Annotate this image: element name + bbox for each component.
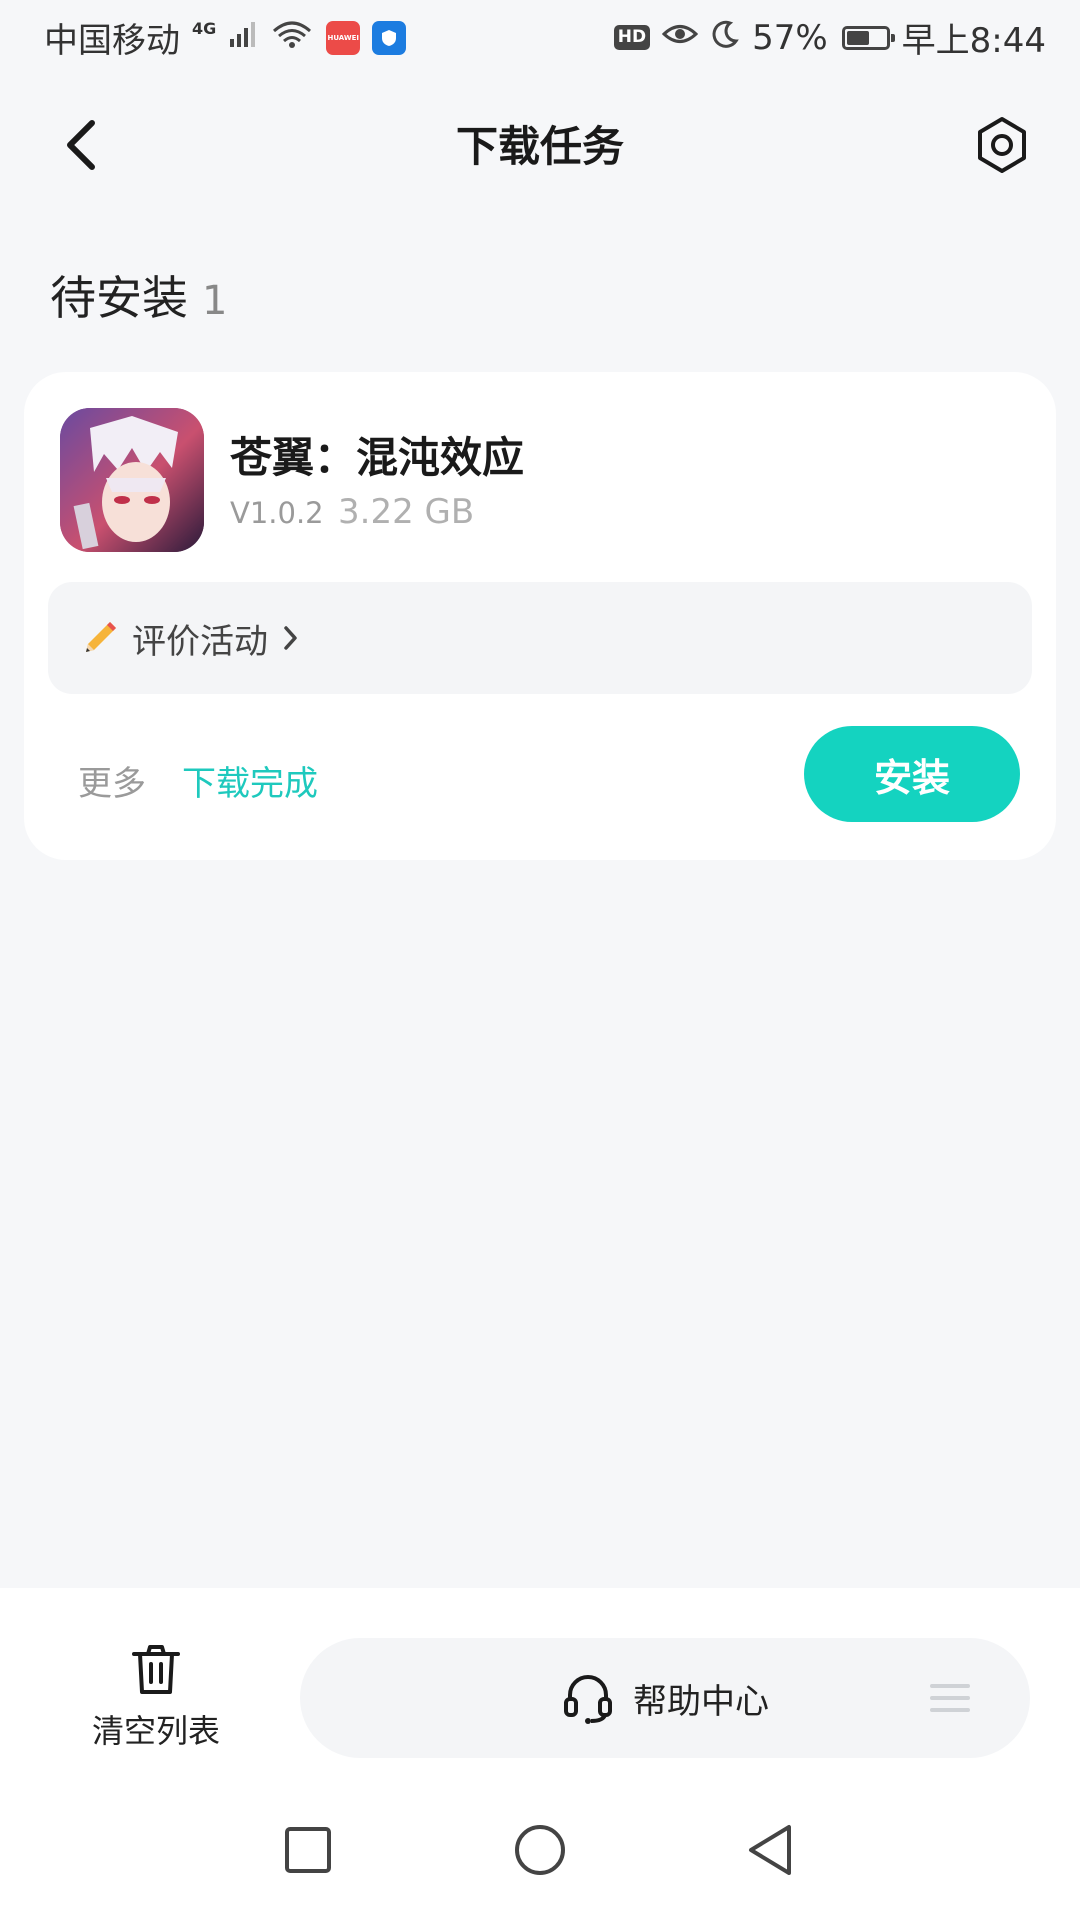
app-version: V1.0.2 [230, 496, 324, 530]
moon-icon [710, 18, 740, 58]
shield-app-icon [372, 20, 407, 55]
time-label: 早上8:44 [901, 21, 1046, 61]
app-icon[interactable] [60, 408, 204, 552]
app-size: 3.22 GB [338, 492, 475, 532]
install-button[interactable]: 安装 [804, 726, 1020, 822]
system-nav-bar [0, 1784, 1080, 1920]
download-status: 下载完成 [182, 764, 318, 804]
download-task-card: 苍翼：混沌效应 V1.0.2 3.22 GB 评价活动 更多 下载完成 安装 [24, 372, 1056, 860]
clear-list-label: 清空列表 [91, 1712, 220, 1750]
battery-percent: 57% [752, 17, 828, 58]
chevron-right-icon [282, 624, 300, 652]
help-center-content: 帮助中心 [300, 1638, 1030, 1758]
review-activity-label: 评价活动 [132, 621, 268, 662]
square-icon [285, 1827, 331, 1873]
status-bar: 中国移动 4G HUAWEI HD 57% 早上8:44 [0, 0, 1080, 75]
battery-level-fill [846, 30, 870, 45]
app-name: 苍翼：混沌效应 [230, 433, 525, 482]
menu-lines-icon[interactable] [930, 1680, 970, 1716]
battery-icon [841, 25, 895, 50]
section-title: 待安装 [50, 271, 188, 325]
clear-list-button[interactable]: 清空列表 [60, 1642, 252, 1762]
review-activity-link[interactable]: 评价活动 [48, 582, 1032, 694]
settings-hexagon-icon [978, 117, 1026, 173]
home-button[interactable] [510, 1820, 570, 1880]
eye-icon [661, 18, 699, 58]
status-bar-right: HD 57% 早上8:44 [613, 13, 1046, 62]
recent-apps-button[interactable] [278, 1820, 338, 1880]
status-bar-left: 中国移动 4G HUAWEI [44, 13, 407, 62]
nav-bar: 下载任务 [0, 95, 1080, 195]
more-button[interactable]: 更多 [78, 756, 146, 805]
huawei-app-label: HUAWEI [327, 33, 360, 42]
screen: 中国移动 4G HUAWEI HD 57% 早上8:44 下载任务 待安装 1 … [0, 0, 1080, 1920]
settings-button[interactable] [970, 113, 1034, 177]
help-center-button[interactable]: 帮助中心 [300, 1638, 1030, 1758]
help-center-label: 帮助中心 [633, 1681, 769, 1722]
bottom-action-bar: 清空列表 帮助中心 [0, 1588, 1080, 1784]
network-type: 4G [192, 18, 217, 38]
carrier-label: 中国移动 [44, 21, 180, 61]
pencil-icon [86, 622, 116, 652]
section-heading: 待安装 1 [50, 262, 227, 328]
trash-icon [132, 1645, 180, 1694]
page-title: 下载任务 [455, 122, 624, 171]
triangle-back-icon [749, 1825, 791, 1875]
circle-icon [515, 1825, 565, 1875]
headset-icon [564, 1675, 612, 1724]
section-count: 1 [202, 278, 228, 324]
wifi-icon [270, 18, 314, 58]
hd-badge: HD [613, 25, 651, 50]
huawei-app-icon: HUAWEI [326, 20, 361, 55]
signal-icon [228, 18, 258, 58]
system-back-button[interactable] [740, 1820, 800, 1880]
